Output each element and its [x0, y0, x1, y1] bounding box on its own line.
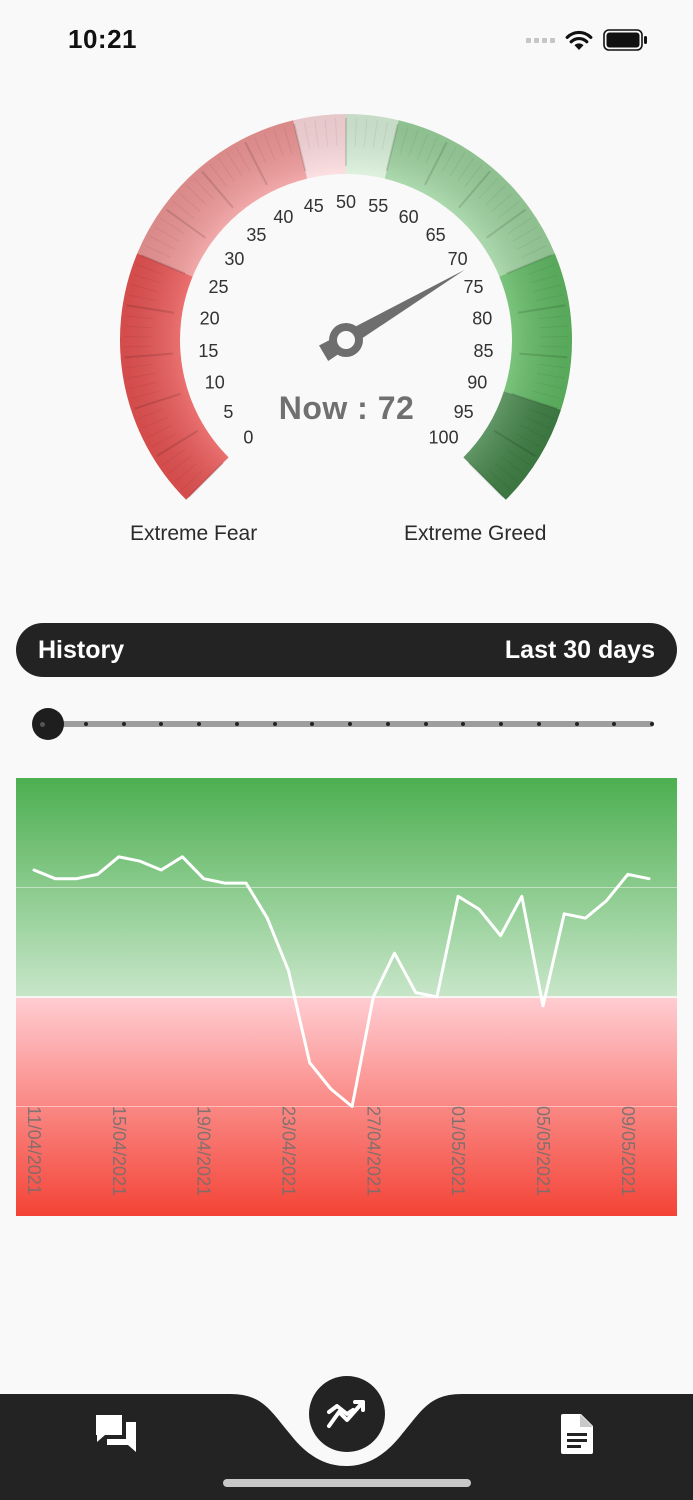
slider-tick	[272, 722, 277, 726]
status-time: 10:21	[68, 24, 137, 54]
chart-date-tick-label: 05/05/2021	[533, 1106, 553, 1196]
gauge-scale-label: 45	[304, 196, 324, 216]
gauge-needle-hub-center	[337, 331, 355, 349]
cellular-signal-icon	[526, 37, 555, 43]
slider-tick	[83, 722, 88, 726]
gauge-scale-label: 35	[246, 225, 266, 245]
wifi-icon	[565, 30, 593, 50]
slider-tick	[385, 722, 390, 726]
slider-tick	[574, 722, 579, 726]
fear-greed-gauge: 0 5 10 15 20 25 30 35 40 45 50 55 60 65 70 75 80 85 90 95 10…	[0, 90, 693, 560]
gauge-scale-label: 15	[198, 341, 218, 361]
chat-icon	[96, 1415, 136, 1452]
gauge-scale-label: 70	[448, 249, 468, 269]
history-range-label: Last 30 days	[504, 635, 655, 664]
gauge-scale-label: 85	[474, 341, 494, 361]
slider-tick	[348, 722, 352, 726]
current-value-readout: Now : 72	[278, 390, 415, 426]
nav-document-button[interactable]	[554, 1410, 600, 1458]
gauge-scale-label: 0	[243, 428, 253, 448]
slider-tick	[121, 722, 126, 726]
slider-tick	[536, 722, 541, 726]
slider-tick	[197, 722, 201, 726]
nav-trend-button[interactable]	[309, 1376, 385, 1452]
chart-date-tick-label: 11/04/2021	[24, 1106, 44, 1195]
battery-icon	[603, 29, 647, 51]
history-range-slider[interactable]	[32, 704, 662, 744]
chart-date-tick-label: 01/05/2021	[448, 1106, 468, 1196]
history-line-chart: 11/04/2021 15/04/2021 19/04/2021 23/04/2021…	[16, 778, 677, 1216]
slider-tick	[499, 722, 503, 726]
gauge-scale-label: 100	[429, 428, 459, 448]
status-icons	[526, 28, 649, 52]
gauge-scale-label: 55	[368, 196, 388, 216]
history-header: History Last 30 days	[16, 623, 677, 677]
trend-chart-icon	[327, 1400, 365, 1428]
chart-date-tick-label: 15/04/2021	[109, 1106, 129, 1196]
gauge-scale-label: 40	[273, 207, 293, 227]
chart-date-tick-label: 09/05/2021	[618, 1106, 638, 1196]
gauge-needle	[319, 269, 465, 361]
gauge-scale-label: 80	[472, 308, 492, 328]
chart-date-tick-label: 27/04/2021	[363, 1106, 383, 1196]
slider-tick	[650, 722, 654, 726]
gauge-scale-label: 30	[224, 249, 244, 269]
extreme-fear-label: Extreme Fear	[130, 522, 258, 545]
gauge-scale-label: 20	[200, 308, 220, 328]
gauge-scale-label: 25	[208, 277, 228, 297]
gauge-shading	[120, 114, 573, 500]
gauge-scale-label: 50	[336, 192, 356, 212]
slider-tick	[423, 722, 428, 726]
chart-date-tick-label: 23/04/2021	[278, 1106, 298, 1196]
history-title: History	[38, 635, 125, 664]
document-icon	[561, 1414, 593, 1454]
gauge-color-band	[120, 114, 573, 500]
gauge-scale-label: 75	[463, 277, 483, 297]
home-indicator	[223, 1479, 471, 1487]
extreme-greed-label: Extreme Greed	[404, 522, 547, 545]
gauge-dial: 051015202530354045 50 55606570758085909510…	[120, 114, 573, 500]
slider-tick	[234, 722, 239, 726]
nav-chat-button[interactable]	[92, 1410, 140, 1458]
chart-date-tick-label: 19/04/2021	[194, 1106, 214, 1196]
gauge-scale-label: 65	[426, 225, 446, 245]
slider-thumb[interactable]	[32, 708, 64, 740]
gauge-scale-label: 60	[399, 207, 419, 227]
